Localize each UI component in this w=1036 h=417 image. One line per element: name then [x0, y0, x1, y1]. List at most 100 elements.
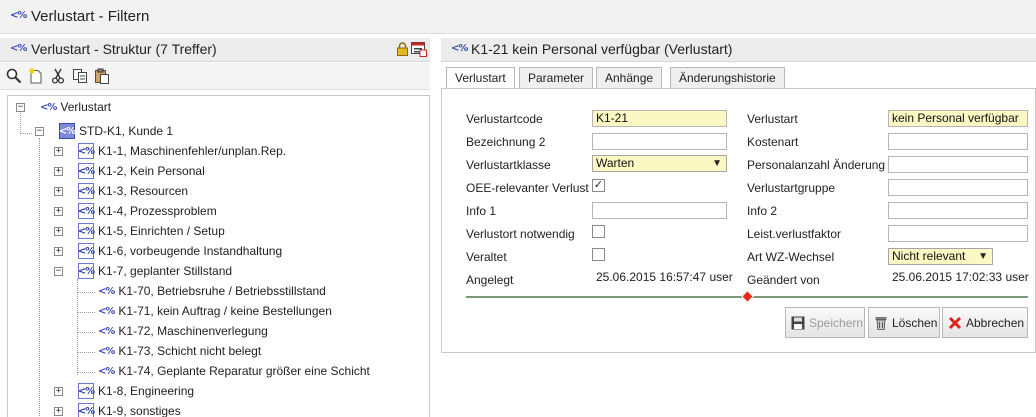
tree-node-k1-73[interactable]: <% K1-73, Schicht nicht belegt [98, 341, 261, 361]
art-wz-wechsel-select[interactable]: Nicht relevant ▼ [888, 248, 993, 265]
group-icon: <% [78, 163, 95, 179]
personalanzahl-aenderung-field[interactable] [888, 156, 1028, 173]
tree-node-k1-7[interactable]: <% K1-7, geplanter Stillstand [78, 261, 232, 281]
group-icon: <% [59, 123, 76, 139]
group-icon: <% [78, 223, 95, 239]
verlustart-field[interactable]: kein Personal verfügbar [888, 110, 1028, 127]
tree-node-k1-72[interactable]: <% K1-72, Maschinenverlegung [98, 321, 268, 341]
tree-node-label: K1-8, Engineering [98, 384, 195, 398]
info-2-field[interactable] [888, 202, 1028, 219]
tree-node-label: K1-1, Maschinenfehler/unplan.Rep. [98, 144, 287, 158]
tree-node-k1-9[interactable]: <% K1-9, sonstiges [78, 401, 181, 417]
verlustart-icon: <% [98, 345, 115, 357]
tree-node-k1-5[interactable]: <% K1-5, Einrichten / Setup [78, 221, 225, 241]
expand-toggle[interactable]: + [54, 147, 63, 156]
kostenart-field[interactable] [888, 133, 1028, 150]
verlustartgruppe-field[interactable] [888, 179, 1028, 196]
tree-node-std-k1[interactable]: <% STD-K1, Kunde 1 [59, 121, 173, 141]
chevron-down-icon: ▼ [712, 158, 722, 169]
structure-tree: − <% Verlustart − <% STD-K1, Kunde 1 + <… [7, 95, 430, 417]
tab-aenderungshistorie[interactable]: Änderungshistorie [670, 67, 785, 89]
expand-toggle[interactable]: + [54, 207, 63, 216]
trash-icon [875, 316, 887, 330]
angelegt-value: 25.06.2015 16:57:47 user [596, 270, 733, 284]
label-personalanzahl-aenderung: Personalanzahl Änderung [747, 158, 886, 172]
expand-toggle[interactable]: + [54, 407, 63, 416]
geaendert-von-value: 25.06.2015 17:02:33 user [892, 270, 1029, 284]
group-icon: <% [78, 383, 95, 399]
label-verlustort-notwendig: Verlustort notwendig [466, 227, 575, 241]
art-wz-wechsel-value: Nicht relevant [892, 249, 966, 263]
tree-node-label: K1-72, Maschinenverlegung [118, 324, 268, 338]
save-button-label: Speichern [809, 315, 864, 330]
tree-node-k1-71[interactable]: <% K1-71, kein Auftrag / keine Bestellun… [98, 301, 332, 321]
info-1-field[interactable] [592, 202, 727, 219]
label-info-2: Info 2 [747, 204, 778, 218]
tab-parameter[interactable]: Parameter [519, 67, 594, 89]
lock-icon[interactable] [397, 42, 408, 56]
detail-tabs: Verlustart Parameter Anhänge Änderungshi… [441, 67, 1036, 90]
expand-toggle[interactable]: + [54, 247, 63, 256]
expand-toggle[interactable]: + [54, 387, 63, 396]
tree-node-k1-8[interactable]: <% K1-8, Engineering [78, 381, 194, 401]
detail-panel-title: K1-21 kein Personal verfügbar (Verlustar… [471, 41, 733, 57]
veraltet-checkbox[interactable] [592, 248, 605, 261]
expand-toggle[interactable]: + [54, 167, 63, 176]
structure-settings-icon[interactable] [411, 41, 427, 57]
cancel-button[interactable]: Abbrechen [942, 307, 1028, 338]
tab-verlustart[interactable]: Verlustart [446, 67, 515, 90]
structure-panel-header: <% Verlustart - Struktur (7 Treffer) [0, 38, 430, 62]
tree-node-label: K1-71, kein Auftrag / keine Bestellungen [118, 304, 332, 318]
paste-icon[interactable] [94, 68, 110, 84]
delete-button[interactable]: Löschen [868, 307, 940, 338]
tree-node-k1-6[interactable]: <% K1-6, vorbeugende Instandhaltung [78, 241, 282, 261]
tab-anhaenge[interactable]: Anhänge [596, 67, 663, 89]
tree-node-k1-2[interactable]: <% K1-2, Kein Personal [78, 161, 205, 181]
verlustart-icon: <% [98, 305, 115, 317]
tree-connector [77, 332, 95, 333]
verlustartklasse-select[interactable]: Warten ▼ [592, 155, 727, 172]
group-icon: <% [78, 263, 95, 279]
oee-relevant-checkbox[interactable]: ✓ [592, 179, 605, 192]
tree-node-k1-3[interactable]: <% K1-3, Resourcen [78, 181, 188, 201]
detail-panel-header: <% K1-21 kein Personal verfügbar (Verlus… [441, 38, 1036, 62]
tree-node-label: K1-74, Geplante Reparatur größer eine Sc… [118, 364, 370, 378]
window-title-bar: <% Verlustart - Filtern [0, 0, 1036, 34]
tree-node-label: K1-6, vorbeugende Instandhaltung [98, 244, 283, 258]
verlustart-icon: <% [451, 43, 468, 54]
verlustort-notwendig-checkbox[interactable] [592, 225, 605, 238]
cut-icon[interactable] [50, 68, 66, 84]
collapse-toggle[interactable]: − [54, 267, 63, 276]
tree-connector [77, 292, 95, 293]
group-icon: <% [78, 183, 95, 199]
label-verlustart: Verlustart [747, 112, 798, 126]
expand-toggle[interactable]: + [54, 227, 63, 236]
verlustartcode-field[interactable]: K1-21 [592, 110, 727, 127]
bezeichnung-2-field[interactable] [592, 133, 727, 150]
new-item-icon[interactable] [28, 68, 44, 84]
search-icon[interactable] [6, 68, 22, 84]
copy-icon[interactable] [72, 68, 88, 84]
tree-node-label: K1-4, Prozessproblem [98, 204, 217, 218]
floppy-disk-icon [791, 316, 805, 329]
delete-button-label: Löschen [892, 315, 938, 330]
tree-node-k1-74[interactable]: <% K1-74, Geplante Reparatur größer eine… [98, 361, 370, 381]
tree-node-label: K1-9, sonstiges [98, 404, 181, 417]
verlustart-icon: <% [10, 43, 27, 54]
label-art-wz-wechsel: Art WZ-Wechsel [747, 250, 835, 264]
collapse-toggle[interactable]: − [16, 103, 25, 112]
save-button[interactable]: Speichern [785, 307, 865, 338]
chevron-down-icon: ▼ [978, 251, 988, 262]
leist-verlustfaktor-field[interactable] [888, 225, 1028, 242]
tree-node-k1-4[interactable]: <% K1-4, Prozessproblem [78, 201, 217, 221]
label-leist-verlustfaktor: Leist.verlustfaktor [747, 227, 842, 241]
tree-node-root[interactable]: <% Verlustart [40, 97, 111, 117]
label-veraltet: Veraltet [466, 250, 507, 264]
label-geaendert-von: Geändert von [747, 273, 820, 287]
expand-toggle[interactable]: + [54, 187, 63, 196]
tree-node-k1-70[interactable]: <% K1-70, Betriebsruhe / Betriebsstillst… [98, 281, 326, 301]
tree-node-k1-1[interactable]: <% K1-1, Maschinenfehler/unplan.Rep. [78, 141, 286, 161]
label-bezeichnung-2: Bezeichnung 2 [466, 135, 546, 149]
collapse-toggle[interactable]: − [35, 127, 44, 136]
tree-connector [77, 372, 95, 373]
